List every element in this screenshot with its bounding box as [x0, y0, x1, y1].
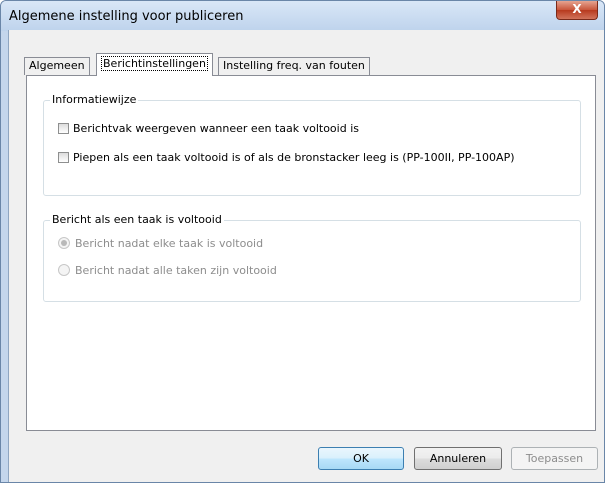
checkbox-label: Berichtvak weergeven wanneer een taak vo… — [73, 122, 359, 135]
group-legend: Bericht als een taak is voltooid — [50, 213, 224, 226]
tab-algemeen[interactable]: Algemeen — [24, 57, 90, 75]
group-bericht-voltooid: Bericht als een taak is voltooid Bericht… — [43, 213, 581, 302]
ok-button[interactable]: OK — [318, 447, 404, 470]
tab-instelling-freq[interactable]: Instelling freq. van fouten — [218, 57, 370, 75]
close-button[interactable]: X — [556, 1, 598, 20]
checkbox-berichtvak[interactable]: Berichtvak weergeven wanneer een taak vo… — [58, 121, 359, 137]
tab-label: Instelling freq. van fouten — [223, 59, 365, 72]
group-legend: Informatiewijze — [50, 93, 139, 106]
close-icon: X — [572, 2, 582, 16]
checkbox-box[interactable] — [58, 152, 69, 163]
title-bar[interactable]: Algemene instelling voor publiceren X — [1, 1, 604, 31]
group-informatiewijze: Informatiewijze Berichtvak weergeven wan… — [43, 93, 581, 196]
checkbox-label: Piepen als een taak voltooid is of als d… — [73, 151, 515, 164]
radio-button[interactable] — [58, 237, 70, 249]
checkbox-box[interactable] — [58, 123, 69, 134]
radio-label: Bericht nadat elke taak is voltooid — [75, 237, 264, 250]
tab-label: Algemeen — [29, 59, 85, 72]
tab-panel-berichtinstellingen: Informatiewijze Berichtvak weergeven wan… — [26, 75, 596, 431]
cancel-button[interactable]: Annuleren — [414, 447, 502, 470]
radio-alle-taken[interactable]: Bericht nadat alle taken zijn voltooid — [58, 263, 277, 279]
tab-label: Berichtinstellingen — [101, 56, 208, 71]
tab-berichtinstellingen[interactable]: Berichtinstellingen — [96, 53, 213, 76]
radio-button[interactable] — [58, 264, 70, 276]
radio-label: Bericht nadat alle taken zijn voltooid — [75, 264, 277, 277]
radio-elke-taak[interactable]: Bericht nadat elke taak is voltooid — [58, 236, 263, 252]
checkbox-piepen[interactable]: Piepen als een taak voltooid is of als d… — [58, 150, 515, 166]
window-title: Algemene instelling voor publiceren — [9, 9, 244, 24]
apply-button[interactable]: Toepassen — [511, 447, 598, 470]
